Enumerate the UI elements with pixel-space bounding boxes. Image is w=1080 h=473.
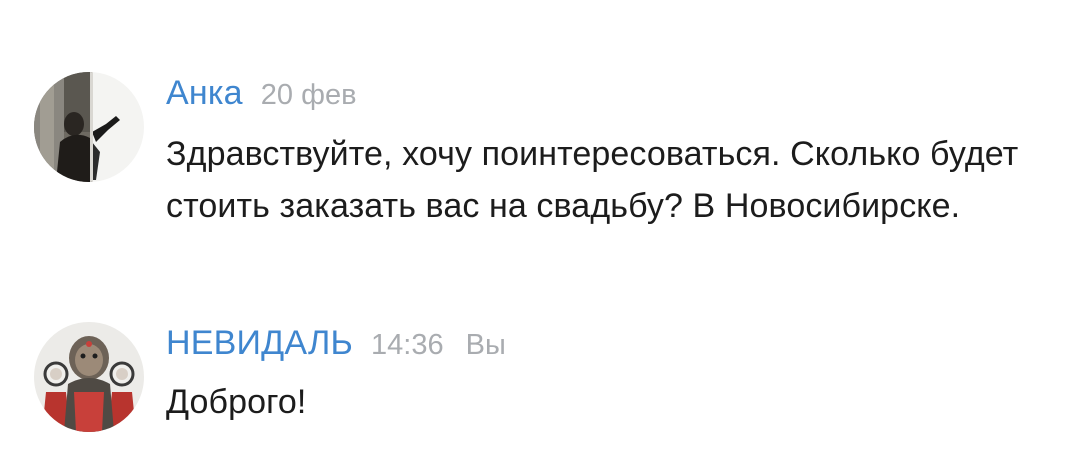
comment-date[interactable]: 14:36 <box>371 322 444 368</box>
author-name-link[interactable]: НЕВИДАЛЬ <box>166 320 353 366</box>
group-logo-avatar-icon[interactable] <box>34 322 144 432</box>
comment-header: Анка 20 фев <box>166 70 357 123</box>
comment-header: НЕВИДАЛЬ 14:36 Вы <box>166 320 506 373</box>
you-label: Вы <box>465 329 506 361</box>
avatar-image <box>34 72 144 182</box>
author-name-link[interactable]: Анка <box>166 70 243 116</box>
user-photo-avatar-icon[interactable] <box>34 72 144 182</box>
avatar-image <box>34 322 144 432</box>
comment-text: Доброго! <box>166 383 307 421</box>
comment-date[interactable]: 20 фев <box>261 72 357 118</box>
comment-text: Здравствуйте, хочу поинтересоваться. Ско… <box>166 135 1019 225</box>
